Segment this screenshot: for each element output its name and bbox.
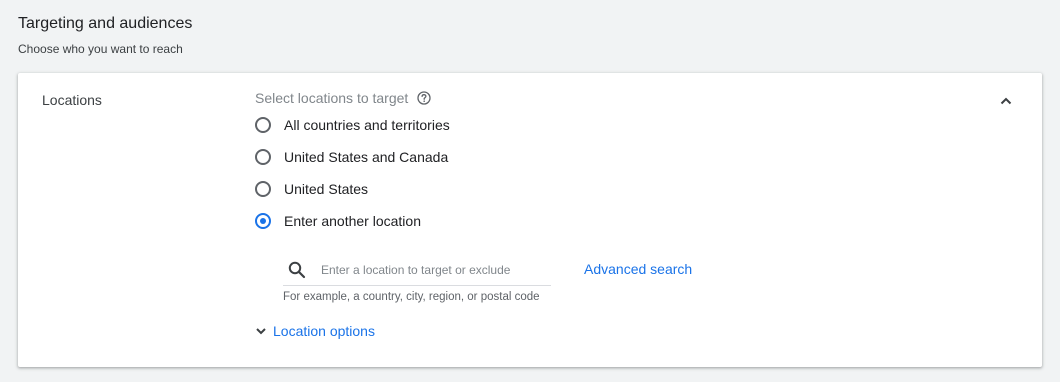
radio-label: United States and Canada	[284, 149, 449, 165]
search-helper-text: For example, a country, city, region, or…	[283, 291, 540, 303]
locations-prompt-row: Select locations to target	[255, 89, 431, 107]
radio-button-selected[interactable]	[255, 213, 271, 229]
radio-button[interactable]	[255, 117, 271, 133]
radio-button[interactable]	[255, 149, 271, 165]
location-search-box[interactable]	[283, 255, 551, 286]
help-circle-icon[interactable]	[417, 91, 431, 105]
radio-option-us[interactable]: United States	[255, 180, 368, 198]
section-header: Targeting and audiences Choose who you w…	[18, 14, 192, 57]
advanced-search-link[interactable]: Advanced search	[584, 260, 692, 278]
radio-option-another-location[interactable]: Enter another location	[255, 212, 421, 230]
radio-label: Enter another location	[284, 213, 421, 229]
radio-label: United States	[284, 181, 369, 197]
radio-option-us-canada[interactable]: United States and Canada	[255, 148, 448, 166]
locations-prompt: Select locations to target	[255, 90, 409, 106]
search-icon	[287, 260, 307, 280]
radio-label: All countries and territories	[284, 117, 450, 133]
locations-card: Locations Select locations to target All…	[18, 73, 1042, 367]
location-search-input[interactable]	[321, 263, 541, 277]
section-title: Targeting and audiences	[18, 15, 193, 32]
location-options-label: Location options	[273, 323, 375, 339]
chevron-down-icon	[255, 325, 267, 337]
locations-label: Locations	[42, 92, 102, 108]
location-options-toggle[interactable]: Location options	[255, 322, 375, 340]
radio-button[interactable]	[255, 181, 271, 197]
radio-option-all-countries[interactable]: All countries and territories	[255, 116, 450, 134]
section-subtitle: Choose who you want to reach	[18, 42, 183, 56]
collapse-button[interactable]	[996, 91, 1016, 111]
chevron-up-icon	[1000, 97, 1012, 105]
